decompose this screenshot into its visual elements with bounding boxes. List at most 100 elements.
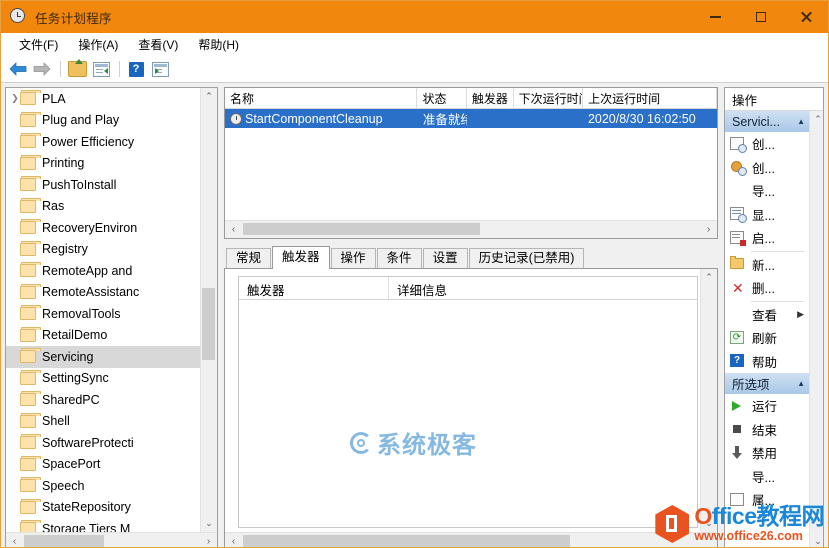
close-button[interactable] bbox=[783, 1, 828, 33]
column-trigger[interactable]: 触发器 bbox=[239, 277, 389, 299]
action-item[interactable]: 导... bbox=[725, 179, 810, 203]
help-icon[interactable]: ? bbox=[125, 59, 147, 79]
action-item[interactable]: 运行 bbox=[725, 394, 810, 418]
action-item[interactable]: 导... bbox=[725, 465, 810, 489]
scroll-left-icon[interactable]: ‹ bbox=[225, 221, 242, 237]
back-icon[interactable] bbox=[7, 59, 29, 79]
task-list-header: 名称状态触发器下次运行时间上次运行时间 bbox=[225, 88, 718, 109]
tree-item[interactable]: SharedPC bbox=[6, 389, 201, 411]
task-cell-last_run: 2020/8/30 16:02:50 bbox=[587, 111, 696, 126]
tab-1[interactable]: 触发器 bbox=[272, 246, 330, 269]
folder-icon bbox=[20, 111, 41, 127]
scroll-left-icon[interactable]: ‹ bbox=[6, 533, 23, 547]
up-folder-icon[interactable] bbox=[66, 59, 88, 79]
tree-item[interactable]: RetailDemo bbox=[6, 325, 201, 347]
task-column-header[interactable]: 上次运行时间 bbox=[583, 88, 718, 108]
chevron-up-icon[interactable]: ▲ bbox=[797, 379, 805, 388]
tab-3[interactable]: 条件 bbox=[376, 248, 422, 268]
tree-scroll-thumb[interactable] bbox=[202, 288, 215, 360]
action-item[interactable]: 新... bbox=[725, 253, 810, 277]
action-item[interactable]: 结束 bbox=[725, 418, 810, 442]
tree-item[interactable]: Power Efficiency bbox=[6, 131, 201, 153]
task-list-hscrollbar[interactable]: ‹ › bbox=[225, 220, 717, 238]
task-row[interactable]: StartComponentCleanup 准备就绪 2020/8/30 16:02… bbox=[225, 109, 717, 128]
task-column-header[interactable]: 触发器 bbox=[467, 88, 514, 108]
tab-5[interactable]: 历史记录(已禁用) bbox=[468, 248, 585, 268]
tab-4[interactable]: 设置 bbox=[422, 248, 468, 268]
detail-horizontal-scrollbar[interactable]: ‹ bbox=[225, 532, 717, 547]
chevron-up-icon[interactable]: ▲ bbox=[797, 117, 805, 126]
tree-item[interactable]: SpacePort bbox=[6, 454, 201, 476]
task-list-hscroll-thumb[interactable] bbox=[243, 223, 480, 235]
tree-item[interactable]: Servicing bbox=[6, 346, 201, 368]
tree-item[interactable]: PushToInstall bbox=[6, 174, 201, 196]
display-all-running-icon bbox=[729, 206, 747, 224]
refresh-icon: ⟳ bbox=[729, 330, 747, 346]
tree-item[interactable]: SoftwareProtecti bbox=[6, 432, 201, 454]
action-item[interactable]: 创... bbox=[725, 156, 810, 180]
scroll-right-icon[interactable]: › bbox=[200, 533, 217, 547]
menu-file[interactable]: 文件(F) bbox=[9, 34, 68, 55]
show-action-pane-icon[interactable] bbox=[149, 59, 171, 79]
actions-group-header[interactable]: 所选项 ▲ bbox=[725, 373, 810, 394]
tree-item[interactable]: RecoveryEnviron bbox=[6, 217, 201, 239]
scroll-up-icon[interactable]: ⌃ bbox=[810, 111, 823, 128]
task-column-header[interactable]: 名称 bbox=[225, 88, 418, 108]
tab-0[interactable]: 常规 bbox=[226, 248, 272, 268]
tree-item[interactable]: Speech bbox=[6, 475, 201, 497]
minimize-button[interactable] bbox=[693, 1, 738, 33]
action-item[interactable]: ⟳ 刷新 bbox=[725, 326, 810, 350]
tree-item[interactable]: ❯ PLA bbox=[6, 88, 201, 110]
actions-group-header[interactable]: Servici... ▲ bbox=[725, 111, 810, 132]
scroll-up-icon[interactable]: ⌃ bbox=[701, 269, 717, 286]
tree-item[interactable]: Ras bbox=[6, 196, 201, 218]
column-details[interactable]: 详细信息 bbox=[389, 277, 697, 299]
tree-horizontal-scrollbar[interactable]: ‹ › bbox=[6, 532, 217, 547]
new-folder-icon bbox=[729, 256, 747, 272]
action-item[interactable]: 创... bbox=[725, 132, 810, 156]
window-title: 任务计划程序 bbox=[35, 11, 112, 26]
scroll-up-icon[interactable]: ⌃ bbox=[201, 88, 217, 105]
create-task-icon bbox=[729, 136, 747, 153]
folder-icon bbox=[20, 348, 41, 364]
tree-item[interactable]: Storage Tiers M bbox=[6, 518, 201, 532]
action-item[interactable]: ? 帮助 bbox=[725, 350, 810, 374]
actions-vertical-scrollbar[interactable]: ⌃ ⌄ bbox=[809, 111, 823, 547]
detail-vertical-scrollbar[interactable]: ⌃ ⌄ bbox=[700, 269, 717, 532]
tree-item[interactable]: Registry bbox=[6, 239, 201, 261]
tree-item[interactable]: RemovalTools bbox=[6, 303, 201, 325]
action-item[interactable]: ✕ 删... bbox=[725, 276, 810, 300]
menu-help[interactable]: 帮助(H) bbox=[188, 34, 249, 55]
tree-item[interactable]: StateRepository bbox=[6, 497, 201, 519]
scroll-left-icon[interactable]: ‹ bbox=[225, 533, 242, 547]
tree-hscroll-thumb[interactable] bbox=[24, 535, 104, 547]
show-pane-icon[interactable] bbox=[90, 59, 112, 79]
tree-item[interactable]: RemoteApp and bbox=[6, 260, 201, 282]
tree-item[interactable]: Plug and Play bbox=[6, 110, 201, 132]
tree-item-label: Plug and Play bbox=[42, 113, 120, 128]
folder-icon bbox=[20, 154, 41, 170]
tree-vertical-scrollbar[interactable]: ⌃ ⌄ bbox=[200, 88, 217, 532]
maximize-button[interactable] bbox=[738, 1, 783, 33]
scroll-down-icon[interactable]: ⌄ bbox=[201, 515, 217, 532]
tree-item[interactable]: RemoteAssistanc bbox=[6, 282, 201, 304]
menu-action[interactable]: 操作(A) bbox=[68, 34, 128, 55]
scroll-right-icon[interactable]: › bbox=[700, 221, 717, 237]
tree-item[interactable]: Printing bbox=[6, 153, 201, 175]
tree-item[interactable]: SettingSync bbox=[6, 368, 201, 390]
task-column-header[interactable]: 下次运行时间 bbox=[514, 88, 584, 108]
action-item[interactable]: 显... bbox=[725, 203, 810, 227]
forward-icon[interactable] bbox=[31, 59, 53, 79]
watermark-center-text: 系统极客 bbox=[377, 432, 477, 459]
tree-item-label: PushToInstall bbox=[42, 177, 117, 192]
action-item[interactable]: 查看 ▶ bbox=[725, 303, 810, 327]
action-item[interactable]: 启... bbox=[725, 226, 810, 250]
menu-view[interactable]: 查看(V) bbox=[128, 34, 188, 55]
task-column-header[interactable]: 状态 bbox=[417, 88, 467, 108]
tree-item[interactable]: Shell bbox=[6, 411, 201, 433]
tab-2[interactable]: 操作 bbox=[330, 248, 376, 268]
detail-hscroll-thumb[interactable] bbox=[243, 535, 570, 547]
action-item[interactable]: 禁用 bbox=[725, 441, 810, 465]
watermark-bottom-right: Office教程网 www.office26.com bbox=[655, 505, 825, 543]
chevron-right-icon[interactable]: ▶ bbox=[797, 309, 804, 320]
